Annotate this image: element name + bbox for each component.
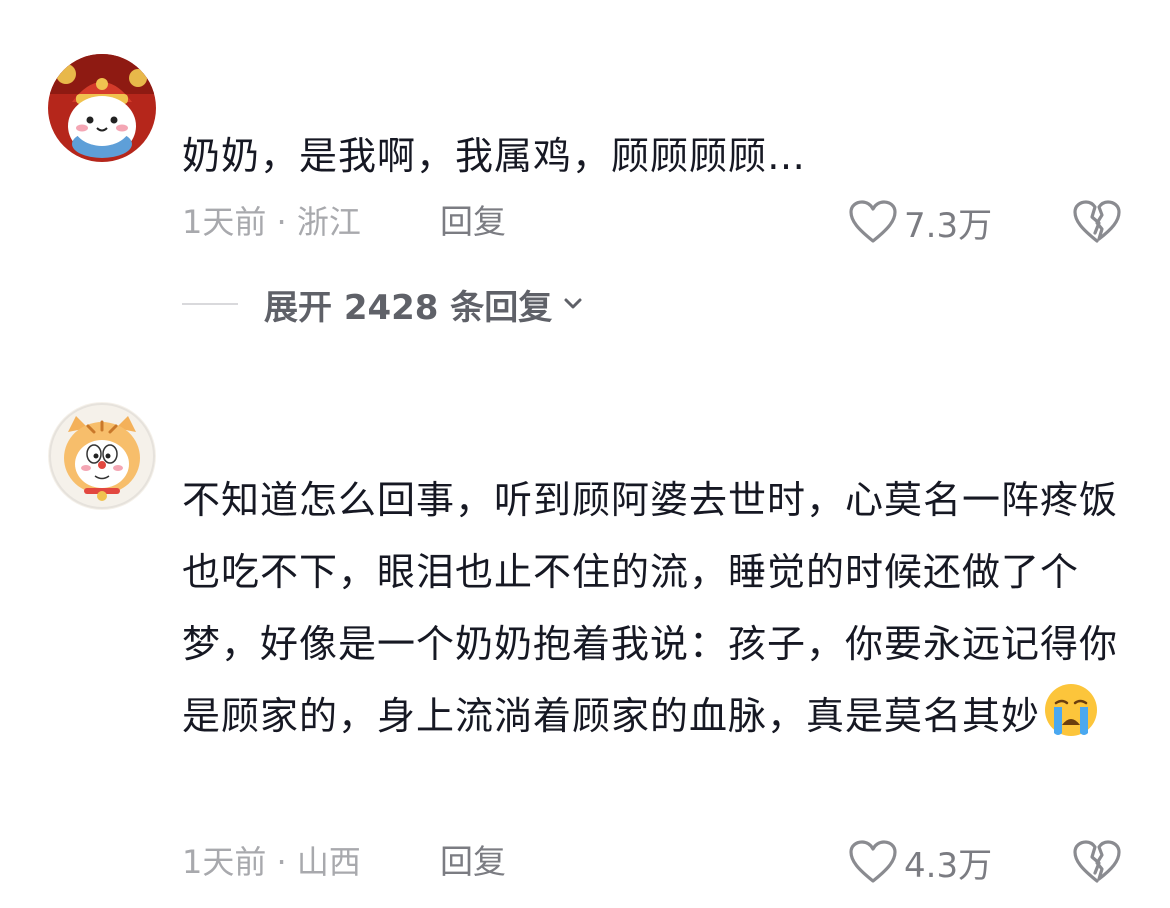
like-button[interactable]: 4.3万: [848, 837, 992, 887]
reply-button[interactable]: 回复: [440, 842, 506, 882]
comment-time: 1天前: [182, 203, 267, 241]
dislike-button[interactable]: [1072, 837, 1122, 887]
comment-location: 山西: [296, 843, 361, 881]
comment-text: 奶奶，是我啊，我属鸡，顾顾顾顾…: [182, 120, 1122, 192]
meta-separator: ·: [276, 843, 287, 881]
broken-heart-icon: [1073, 200, 1121, 243]
meta-separator: ·: [276, 203, 287, 241]
reply-label: 回复: [440, 842, 506, 881]
cartoon-cat-in-red-hat-avatar-icon: [48, 54, 156, 162]
expand-replies-button[interactable]: 展开 2428 条回复: [182, 282, 586, 328]
heart-icon: [849, 200, 897, 243]
comment-meta: 1天前 · 浙江: [182, 202, 361, 242]
heart-icon: [849, 840, 897, 883]
like-button[interactable]: 7.3万: [848, 197, 992, 247]
like-count: 7.3万: [904, 205, 993, 246]
comment-time: 1天前: [182, 843, 267, 881]
comment-body: 奶奶，是我啊，我属鸡，顾顾顾顾…: [182, 134, 807, 178]
dislike-button[interactable]: [1072, 197, 1122, 247]
like-count: 4.3万: [904, 845, 993, 886]
avatar[interactable]: [48, 402, 156, 510]
comment-location: 浙江: [296, 203, 361, 241]
avatar[interactable]: [48, 54, 156, 162]
reply-label: 回复: [440, 202, 506, 241]
loudly-crying-face-emoji-icon: [1045, 684, 1098, 736]
comment-meta: 1天前 · 山西: [182, 842, 361, 882]
divider-line: [182, 303, 238, 305]
reply-button[interactable]: 回复: [440, 202, 506, 242]
comment-body: 不知道怎么回事，听到顾阿婆去世时，心莫名一阵疼饭也吃不下，眼泪也止不住的流，睡觉…: [182, 478, 1119, 738]
comment-text: 不知道怎么回事，听到顾阿婆去世时，心莫名一阵疼饭也吃不下，眼泪也止不住的流，睡觉…: [182, 464, 1122, 752]
expand-replies-label: 展开 2428 条回复: [264, 287, 553, 328]
chevron-down-icon: [564, 298, 582, 309]
cartoon-tiger-doraemon-avatar-icon: [48, 402, 156, 510]
broken-heart-icon: [1073, 840, 1121, 883]
